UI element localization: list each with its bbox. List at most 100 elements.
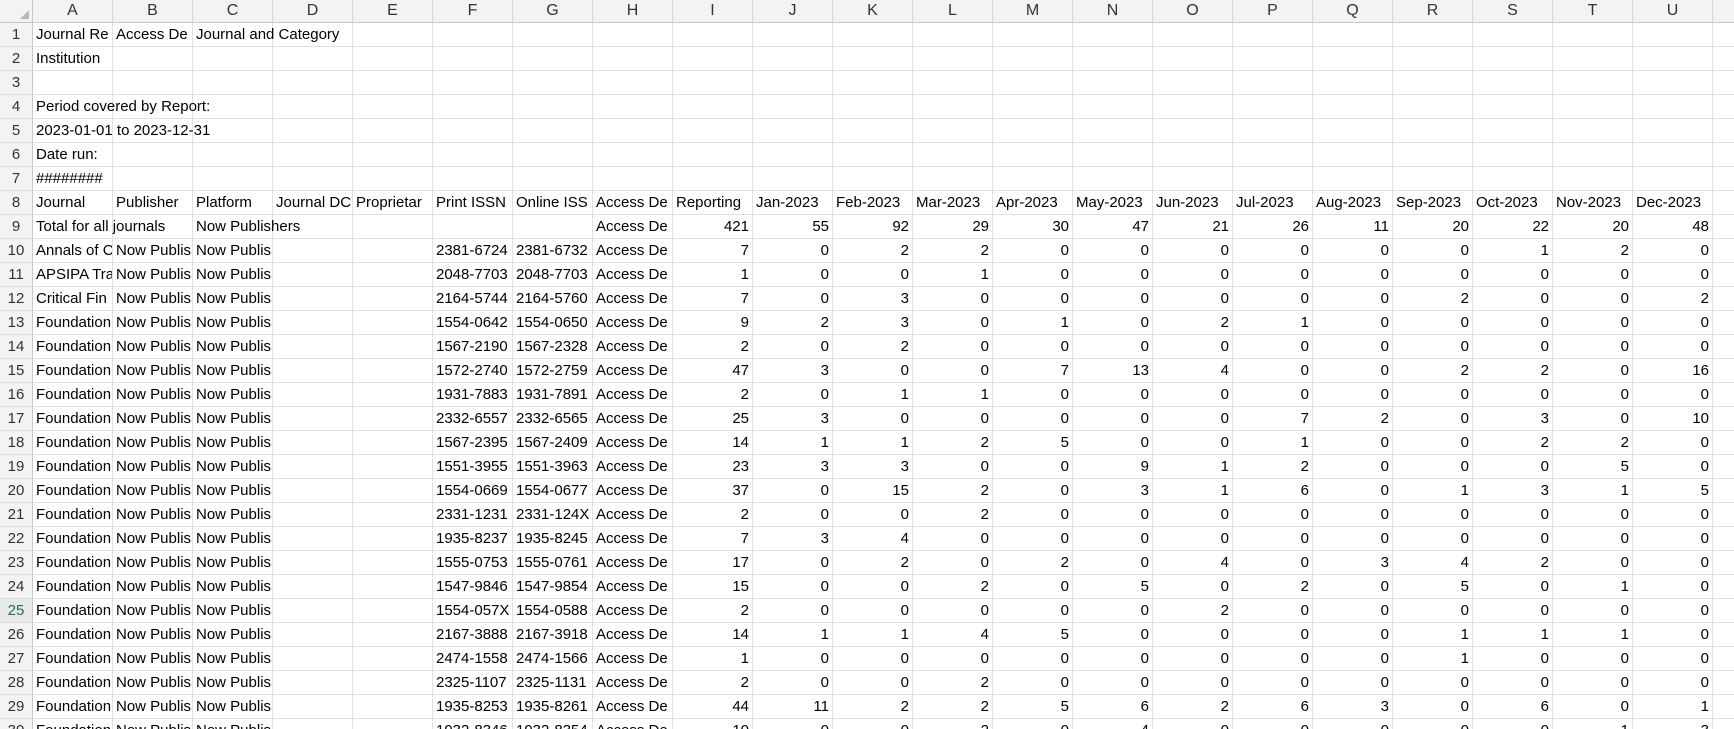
cell-e5[interactable]	[353, 119, 433, 143]
cell-h19[interactable]: Access De	[593, 455, 673, 479]
cell-i1[interactable]	[673, 23, 753, 47]
cell-n2[interactable]	[1073, 47, 1153, 71]
cell-o16[interactable]: 0	[1153, 383, 1233, 407]
cell-b3[interactable]	[113, 71, 193, 95]
cell-k15[interactable]: 0	[833, 359, 913, 383]
cell-k12[interactable]: 3	[833, 287, 913, 311]
cell-k24[interactable]: 0	[833, 575, 913, 599]
cell-p24[interactable]: 2	[1233, 575, 1313, 599]
cell-c21[interactable]: Now Publishers	[193, 503, 273, 527]
cell-c30[interactable]: Now Publishers	[193, 719, 273, 729]
column-header-o[interactable]: O	[1153, 0, 1233, 23]
cell-m7[interactable]	[993, 167, 1073, 191]
cell-m1[interactable]	[993, 23, 1073, 47]
cell-j29[interactable]: 11	[753, 695, 833, 719]
row-header-14[interactable]: 14	[0, 335, 33, 359]
cell-e2[interactable]	[353, 47, 433, 71]
cell-q3[interactable]	[1313, 71, 1393, 95]
cell-b20[interactable]: Now Publis	[113, 479, 193, 503]
cell-g13[interactable]: 1554-0650	[513, 311, 593, 335]
cell-t1[interactable]	[1553, 23, 1633, 47]
cell-l17[interactable]: 0	[913, 407, 993, 431]
cell-o29[interactable]: 2	[1153, 695, 1233, 719]
cell-t18[interactable]: 2	[1553, 431, 1633, 455]
cell-h2[interactable]	[593, 47, 673, 71]
cell-filler[interactable]	[1713, 95, 1734, 119]
cell-s12[interactable]: 0	[1473, 287, 1553, 311]
cell-b11[interactable]: Now Publis	[113, 263, 193, 287]
cell-t26[interactable]: 1	[1553, 623, 1633, 647]
cell-q6[interactable]	[1313, 143, 1393, 167]
cell-g6[interactable]	[513, 143, 593, 167]
cell-r11[interactable]: 0	[1393, 263, 1473, 287]
cell-t17[interactable]: 0	[1553, 407, 1633, 431]
cell-o24[interactable]: 0	[1153, 575, 1233, 599]
cell-u14[interactable]: 0	[1633, 335, 1713, 359]
row-header-6[interactable]: 6	[0, 143, 33, 167]
cell-r17[interactable]: 0	[1393, 407, 1473, 431]
cell-k11[interactable]: 0	[833, 263, 913, 287]
cell-b7[interactable]	[113, 167, 193, 191]
cell-u9[interactable]: 48	[1633, 215, 1713, 239]
cell-c20[interactable]: Now Publishers	[193, 479, 273, 503]
cell-r22[interactable]: 0	[1393, 527, 1473, 551]
cell-f22[interactable]: 1935-8237	[433, 527, 513, 551]
cell-e11[interactable]	[353, 263, 433, 287]
cell-p28[interactable]: 0	[1233, 671, 1313, 695]
cell-t2[interactable]	[1553, 47, 1633, 71]
cell-l30[interactable]: 2	[913, 719, 993, 729]
cell-u13[interactable]: 0	[1633, 311, 1713, 335]
cell-g8[interactable]: Online ISS	[513, 191, 593, 215]
cell-t4[interactable]	[1553, 95, 1633, 119]
cell-b22[interactable]: Now Publis	[113, 527, 193, 551]
cell-p30[interactable]: 0	[1233, 719, 1313, 729]
cell-a2[interactable]: Institution	[33, 47, 113, 71]
cell-a27[interactable]: Foundation	[33, 647, 113, 671]
cell-l21[interactable]: 2	[913, 503, 993, 527]
cell-t9[interactable]: 20	[1553, 215, 1633, 239]
cell-d4[interactable]	[273, 95, 353, 119]
cell-f4[interactable]	[433, 95, 513, 119]
cell-h26[interactable]: Access De	[593, 623, 673, 647]
cell-n6[interactable]	[1073, 143, 1153, 167]
cell-k23[interactable]: 2	[833, 551, 913, 575]
cell-n25[interactable]: 0	[1073, 599, 1153, 623]
cell-o3[interactable]	[1153, 71, 1233, 95]
cell-d20[interactable]	[273, 479, 353, 503]
cell-i17[interactable]: 25	[673, 407, 753, 431]
cell-o18[interactable]: 0	[1153, 431, 1233, 455]
cell-m27[interactable]: 0	[993, 647, 1073, 671]
cell-g25[interactable]: 1554-0588	[513, 599, 593, 623]
cell-h18[interactable]: Access De	[593, 431, 673, 455]
cell-m10[interactable]: 0	[993, 239, 1073, 263]
cell-c16[interactable]: Now Publishers	[193, 383, 273, 407]
cell-e16[interactable]	[353, 383, 433, 407]
cell-k22[interactable]: 4	[833, 527, 913, 551]
cell-s17[interactable]: 3	[1473, 407, 1553, 431]
cell-k25[interactable]: 0	[833, 599, 913, 623]
cell-p22[interactable]: 0	[1233, 527, 1313, 551]
cell-m26[interactable]: 5	[993, 623, 1073, 647]
row-header-1[interactable]: 1	[0, 23, 33, 47]
cell-f27[interactable]: 2474-1558	[433, 647, 513, 671]
cell-s8[interactable]: Oct-2023	[1473, 191, 1553, 215]
cell-p13[interactable]: 1	[1233, 311, 1313, 335]
cell-s21[interactable]: 0	[1473, 503, 1553, 527]
cell-g19[interactable]: 1551-3963	[513, 455, 593, 479]
cell-p14[interactable]: 0	[1233, 335, 1313, 359]
cell-u23[interactable]: 0	[1633, 551, 1713, 575]
cell-filler[interactable]	[1713, 215, 1734, 239]
cell-e13[interactable]	[353, 311, 433, 335]
cell-l19[interactable]: 0	[913, 455, 993, 479]
cell-o1[interactable]	[1153, 23, 1233, 47]
cell-filler[interactable]	[1713, 575, 1734, 599]
cell-r21[interactable]: 0	[1393, 503, 1473, 527]
cell-j23[interactable]: 0	[753, 551, 833, 575]
cell-filler[interactable]	[1713, 455, 1734, 479]
cell-h9[interactable]: Access De	[593, 215, 673, 239]
cell-d15[interactable]	[273, 359, 353, 383]
cell-d23[interactable]	[273, 551, 353, 575]
cell-f26[interactable]: 2167-3888	[433, 623, 513, 647]
cell-t10[interactable]: 2	[1553, 239, 1633, 263]
cell-s19[interactable]: 0	[1473, 455, 1553, 479]
